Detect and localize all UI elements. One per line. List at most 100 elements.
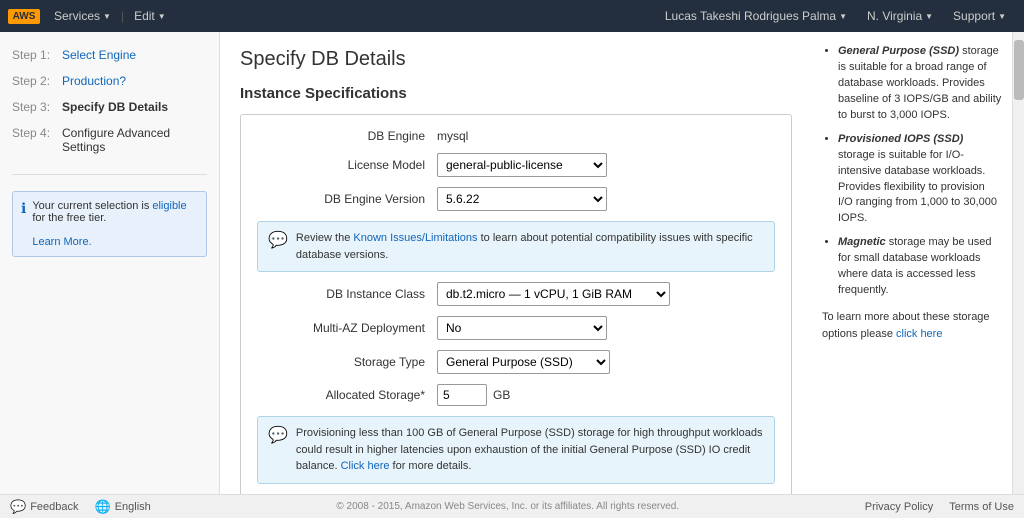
storage-options-list: General Purpose (SSD) storage is suitabl… bbox=[822, 44, 1002, 299]
feedback-icon: 💬 bbox=[10, 499, 26, 515]
click-here-link[interactable]: Click here bbox=[341, 460, 390, 472]
learn-more-link[interactable]: Learn More. bbox=[32, 236, 91, 248]
feedback-label: Feedback bbox=[30, 501, 78, 513]
copyright-text: © 2008 - 2015, Amazon Web Services, Inc.… bbox=[336, 501, 679, 512]
banner2-text: Provisioning less than 100 GB of General… bbox=[296, 425, 764, 475]
storage-type-select-wrapper: General Purpose (SSD) bbox=[437, 350, 610, 374]
edit-menu[interactable]: Edit ▼ bbox=[126, 5, 174, 27]
user-caret: ▼ bbox=[839, 12, 847, 21]
edit-caret: ▼ bbox=[158, 12, 166, 21]
allocated-storage-row: Allocated Storage* GB bbox=[257, 384, 775, 406]
db-instance-class-row: DB Instance Class db.t2.micro — 1 vCPU, … bbox=[257, 282, 775, 306]
top-navigation: AWS Services ▼ | Edit ▼ Lucas Takeshi Ro… bbox=[0, 0, 1024, 32]
sidebar: Step 1: Select Engine Step 2: Production… bbox=[0, 32, 220, 494]
db-instance-class-label: DB Instance Class bbox=[257, 287, 437, 301]
language-link[interactable]: 🌐 English bbox=[95, 499, 151, 515]
right-info-panel: General Purpose (SSD) storage is suitabl… bbox=[812, 32, 1012, 494]
footer: 💬 Feedback 🌐 English © 2008 - 2015, Amaz… bbox=[0, 494, 1024, 518]
magnetic-title: Magnetic bbox=[838, 236, 886, 248]
privacy-policy-link[interactable]: Privacy Policy bbox=[865, 501, 933, 513]
license-model-label: License Model bbox=[257, 158, 437, 172]
step2-label: Step 2: bbox=[12, 74, 62, 88]
step1-item: Step 1: Select Engine bbox=[12, 48, 207, 62]
provisioned-iops-item: Provisioned IOPS (SSD) storage is suitab… bbox=[838, 132, 1002, 228]
db-engine-version-row: DB Engine Version 5.6.22 bbox=[257, 187, 775, 211]
license-model-row: License Model general-public-license bbox=[257, 153, 775, 177]
region-label: N. Virginia bbox=[867, 9, 922, 23]
scrollbar-thumb[interactable] bbox=[1014, 40, 1024, 100]
provisioned-iops-text: storage is suitable for I/O-intensive da… bbox=[838, 149, 997, 225]
nav-divider-1: | bbox=[121, 9, 124, 23]
db-engine-value: mysql bbox=[437, 129, 468, 143]
banner1-text: Review the Known Issues/Limitations to l… bbox=[296, 230, 764, 263]
support-menu[interactable]: Support ▼ bbox=[945, 5, 1014, 27]
step4-item: Step 4: Configure Advanced Settings bbox=[12, 126, 207, 154]
multi-az-label: Multi-AZ Deployment bbox=[257, 321, 437, 335]
main-area: Step 1: Select Engine Step 2: Production… bbox=[0, 32, 1024, 494]
instance-specs-card: DB Engine mysql License Model general-pu… bbox=[240, 114, 792, 494]
db-instance-class-select[interactable]: db.t2.micro — 1 vCPU, 1 GiB RAM bbox=[437, 282, 670, 306]
known-issues-link[interactable]: Known Issues/Limitations bbox=[353, 232, 477, 244]
magnetic-item: Magnetic storage may be used for small d… bbox=[838, 235, 1002, 299]
allocated-storage-label: Allocated Storage* bbox=[257, 388, 437, 402]
step4-label: Step 4: bbox=[12, 126, 62, 140]
db-engine-version-label: DB Engine Version bbox=[257, 192, 437, 206]
free-tier-text: Your current selection is eligible for t… bbox=[32, 200, 198, 248]
globe-icon: 🌐 bbox=[95, 499, 111, 515]
region-menu[interactable]: N. Virginia ▼ bbox=[859, 5, 941, 27]
db-engine-row: DB Engine mysql bbox=[257, 129, 775, 143]
db-engine-label: DB Engine bbox=[257, 129, 437, 143]
aws-logo-text: AWS bbox=[8, 9, 41, 24]
allocated-storage-input-row: GB bbox=[437, 384, 510, 406]
multi-az-row: Multi-AZ Deployment No bbox=[257, 316, 775, 340]
services-menu[interactable]: Services ▼ bbox=[46, 5, 119, 27]
footer-copyright: © 2008 - 2015, Amazon Web Services, Inc.… bbox=[151, 501, 865, 512]
db-instance-class-select-wrapper: db.t2.micro — 1 vCPU, 1 GiB RAM bbox=[437, 282, 670, 306]
step-divider bbox=[12, 174, 207, 175]
free-tier-info: ℹ Your current selection is eligible for… bbox=[12, 191, 207, 257]
info-icon: ℹ bbox=[21, 200, 26, 248]
step3-value: Specify DB Details bbox=[62, 100, 168, 114]
step1-value[interactable]: Select Engine bbox=[62, 48, 136, 62]
feedback-link[interactable]: 💬 Feedback bbox=[10, 499, 79, 515]
step2-item: Step 2: Production? bbox=[12, 74, 207, 88]
allocated-storage-input[interactable] bbox=[437, 384, 487, 406]
language-label: English bbox=[115, 501, 151, 513]
storage-type-select[interactable]: General Purpose (SSD) bbox=[437, 350, 610, 374]
storage-type-row: Storage Type General Purpose (SSD) bbox=[257, 350, 775, 374]
footer-left: 💬 Feedback 🌐 English bbox=[10, 499, 151, 515]
known-issues-banner: 💬 Review the Known Issues/Limitations to… bbox=[257, 221, 775, 272]
license-model-select[interactable]: general-public-license bbox=[437, 153, 607, 177]
edit-label: Edit bbox=[134, 9, 155, 23]
multi-az-select[interactable]: No bbox=[437, 316, 607, 340]
user-label: Lucas Takeshi Rodrigues Palma bbox=[665, 9, 836, 23]
nav-right: Lucas Takeshi Rodrigues Palma ▼ N. Virgi… bbox=[657, 5, 1014, 27]
step1-label: Step 1: bbox=[12, 48, 62, 62]
general-purpose-title: General Purpose (SSD) bbox=[838, 45, 959, 57]
support-label: Support bbox=[953, 9, 995, 23]
eligible-text: eligible bbox=[152, 200, 186, 212]
provisioned-iops-title: Provisioned IOPS (SSD) bbox=[838, 133, 963, 145]
storage-type-label: Storage Type bbox=[257, 355, 437, 369]
scrollbar-track[interactable] bbox=[1012, 32, 1024, 494]
step4-value: Configure Advanced Settings bbox=[62, 126, 207, 154]
license-model-select-wrapper: general-public-license bbox=[437, 153, 607, 177]
user-menu[interactable]: Lucas Takeshi Rodrigues Palma ▼ bbox=[657, 5, 855, 27]
instance-specs-title: Instance Specifications bbox=[240, 85, 792, 102]
general-purpose-item: General Purpose (SSD) storage is suitabl… bbox=[838, 44, 1002, 124]
step3-label: Step 3: bbox=[12, 100, 62, 114]
page-title: Specify DB Details bbox=[240, 48, 792, 71]
support-caret: ▼ bbox=[998, 12, 1006, 21]
region-caret: ▼ bbox=[925, 12, 933, 21]
footer-right: Privacy Policy Terms of Use bbox=[865, 501, 1014, 513]
services-caret: ▼ bbox=[103, 12, 111, 21]
services-label: Services bbox=[54, 9, 100, 23]
terms-of-use-link[interactable]: Terms of Use bbox=[949, 501, 1014, 513]
aws-logo: AWS bbox=[10, 7, 38, 25]
learn-more-storage-text: To learn more about these storage option… bbox=[822, 309, 1002, 342]
multi-az-select-wrapper: No bbox=[437, 316, 607, 340]
storage-click-here-link[interactable]: click here bbox=[896, 328, 942, 340]
step2-value[interactable]: Production? bbox=[62, 74, 126, 88]
db-engine-version-select[interactable]: 5.6.22 bbox=[437, 187, 607, 211]
content-area: Specify DB Details Instance Specificatio… bbox=[220, 32, 812, 494]
